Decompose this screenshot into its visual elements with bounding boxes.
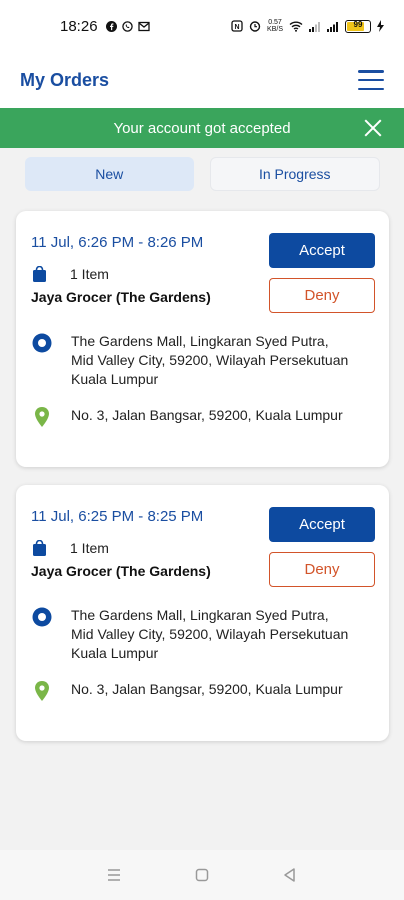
map-pin-icon <box>35 681 49 701</box>
tab-new[interactable]: New <box>25 157 194 191</box>
order-time-window: 11 Jul, 6:25 PM - 8:25 PM <box>31 508 204 525</box>
alarm-icon <box>249 21 261 32</box>
system-nav-bar <box>0 850 404 900</box>
nfc-icon: N <box>231 20 243 32</box>
whatsapp-icon <box>121 20 133 32</box>
deny-button[interactable]: Deny <box>269 278 375 313</box>
mail-icon <box>137 21 150 31</box>
menu-line <box>358 78 384 82</box>
deny-button[interactable]: Deny <box>269 552 375 587</box>
pickup-location-icon <box>32 333 52 353</box>
menu-line <box>358 87 384 90</box>
status-bar: 18:26 N 0.57 KB/S 99 <box>0 0 404 52</box>
store-name: Jaya Grocer (The Gardens) <box>31 289 211 305</box>
items-row: 1 Item <box>33 540 109 556</box>
page-title: My Orders <box>20 69 110 90</box>
menu-line <box>358 70 384 73</box>
pickup-address: The Gardens Mall, Lingkaran Syed Putra, … <box>71 607 349 661</box>
dropoff-address: No. 3, Jalan Bangsar, 59200, Kuala Lumpu… <box>71 681 343 697</box>
success-banner: Your account got accepted <box>0 108 404 148</box>
pickup-row: The Gardens Mall, Lingkaran Syed Putra, … <box>31 606 369 663</box>
svg-text:N: N <box>235 24 240 31</box>
app-bar: My Orders <box>0 52 404 108</box>
items-row: 1 Item <box>33 266 109 282</box>
pickup-location-icon <box>32 607 52 627</box>
tab-in-progress[interactable]: In Progress <box>209 157 380 191</box>
status-left: 18:26 <box>60 18 150 35</box>
store-name: Jaya Grocer (The Gardens) <box>31 563 211 579</box>
order-tabs: New In Progress <box>25 157 380 191</box>
status-right: N 0.57 KB/S 99 <box>231 19 384 33</box>
menu-nav-icon[interactable] <box>105 866 123 884</box>
pickup-row: The Gardens Mall, Lingkaran Syed Putra, … <box>31 332 369 389</box>
notification-icons <box>105 20 150 32</box>
wifi-icon <box>289 21 303 32</box>
screen: 18:26 N 0.57 KB/S 99 My Orders Your acco… <box>0 0 404 900</box>
home-square-icon[interactable] <box>193 866 211 884</box>
dropoff-row: No. 3, Jalan Bangsar, 59200, Kuala Lumpu… <box>31 406 369 428</box>
dropoff-row: No. 3, Jalan Bangsar, 59200, Kuala Lumpu… <box>31 680 369 702</box>
shopping-bag-icon <box>33 540 46 556</box>
dropoff-address: No. 3, Jalan Bangsar, 59200, Kuala Lumpu… <box>71 407 343 423</box>
banner-message: Your account got accepted <box>113 119 291 137</box>
order-card: 11 Jul, 6:25 PM - 8:25 PM Accept Deny 1 … <box>16 485 389 741</box>
accept-button[interactable]: Accept <box>269 507 375 542</box>
map-pin-icon <box>35 407 49 427</box>
facebook-icon <box>105 20 117 32</box>
order-time-window: 11 Jul, 6:26 PM - 8:26 PM <box>31 234 204 251</box>
hamburger-menu-icon[interactable] <box>358 70 384 90</box>
signal-icon-1 <box>309 21 320 32</box>
order-card: 11 Jul, 6:26 PM - 8:26 PM Accept Deny 1 … <box>16 211 389 467</box>
item-count: 1 Item <box>70 540 109 556</box>
accept-button[interactable]: Accept <box>269 233 375 268</box>
item-count: 1 Item <box>70 266 109 282</box>
battery-level: 99 <box>353 19 363 29</box>
network-speed: 0.57 KB/S <box>267 19 283 33</box>
close-icon[interactable] <box>362 117 384 139</box>
battery-icon: 99 <box>345 19 371 33</box>
charging-icon <box>377 20 384 32</box>
back-triangle-icon[interactable] <box>281 866 299 884</box>
pickup-address: The Gardens Mall, Lingkaran Syed Putra, … <box>71 333 349 387</box>
status-time: 18:26 <box>60 17 98 35</box>
signal-icon-2 <box>327 21 338 32</box>
shopping-bag-icon <box>33 266 46 282</box>
